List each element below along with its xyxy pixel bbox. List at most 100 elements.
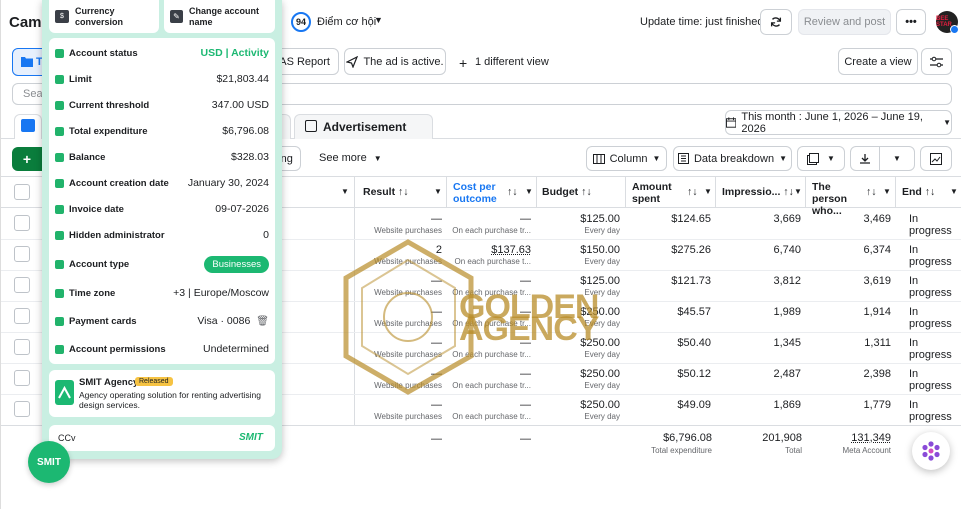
watermark-line2: AGENCY: [459, 310, 599, 348]
chevron-down-icon: ▼: [893, 154, 901, 163]
chart-button[interactable]: [920, 146, 952, 171]
export-button[interactable]: [850, 146, 880, 171]
row-amount-spent: $124.65: [671, 213, 711, 225]
row-budget: $150.00: [580, 244, 620, 256]
row-cost-label: On each purchase tr...: [452, 412, 531, 421]
sort-icon[interactable]: ↑↓: [507, 186, 518, 198]
currency-conversion-label: Currency conversion: [75, 5, 124, 27]
row-end-status: In progress: [909, 213, 952, 237]
data-breakdown-dropdown[interactable]: Data breakdown ▼: [673, 146, 792, 171]
view-settings-button[interactable]: [921, 48, 952, 75]
opportunity-score-badge[interactable]: 94: [291, 12, 311, 32]
panel-row-value: $328.03: [231, 151, 269, 163]
smit-wordmark: SMIT: [239, 432, 263, 443]
export-options-button[interactable]: ▼: [879, 146, 915, 171]
header-amount-spent[interactable]: Amount spent: [632, 181, 677, 205]
sliders-icon: [930, 56, 943, 67]
row-end-status: In progress: [909, 368, 952, 392]
permissions-icon: [55, 344, 64, 354]
row-end-status: In progress: [909, 306, 952, 330]
header-cost-per-outcome[interactable]: Cost per outcome: [453, 181, 503, 205]
plus-icon[interactable]: +: [459, 55, 467, 71]
admin-icon: [55, 230, 64, 240]
create-button[interactable]: +: [12, 147, 42, 171]
row-checkbox[interactable]: [14, 246, 30, 262]
different-view-link[interactable]: 1 different view: [475, 56, 549, 68]
calendar-icon: [55, 178, 64, 188]
header-budget[interactable]: Budget ↑↓: [542, 186, 592, 198]
header-end[interactable]: End ↑↓: [902, 186, 935, 198]
ad-active-filter-button[interactable]: The ad is active.: [344, 48, 446, 75]
smit-fab-button[interactable]: SMIT: [28, 441, 70, 483]
row-impressions: 1,345: [773, 337, 801, 349]
golden-agency-logo: [343, 239, 474, 395]
smit-logo-icon: [55, 380, 74, 405]
flower-icon: [922, 441, 940, 461]
panel-row-value: January 30, 2024: [187, 177, 269, 189]
panel-row-label: Current threshold: [69, 99, 150, 111]
row-checkbox[interactable]: [14, 308, 30, 324]
more-options-button[interactable]: •••: [896, 9, 926, 35]
report-dropdown[interactable]: ▼: [797, 146, 845, 171]
row-budget-label: Every day: [584, 257, 620, 266]
row-reach: 1,779: [863, 399, 891, 411]
chevron-down-icon[interactable]: ▼: [704, 187, 712, 196]
row-checkbox[interactable]: [14, 370, 30, 386]
trash-icon[interactable]: 🗑: [256, 316, 269, 327]
chevron-down-icon[interactable]: ▼: [341, 187, 349, 196]
send-icon: [346, 55, 359, 68]
panel-row: Total expenditure $6,796.08: [55, 121, 269, 141]
panel-row: Payment cards Visa · 0086 🗑: [55, 311, 269, 331]
date-range-picker[interactable]: This month : June 1, 2026 – June 19, 202…: [725, 110, 952, 135]
row-result-label: Website purchases: [374, 226, 442, 235]
row-checkbox[interactable]: [14, 277, 30, 293]
row-budget-label: Every day: [584, 381, 620, 390]
invoice-icon: [55, 204, 64, 214]
update-time: Update time: just finished: [640, 16, 764, 28]
chevron-down-icon[interactable]: ▼: [525, 187, 533, 196]
row-cost: —: [520, 368, 531, 380]
status-icon: [55, 48, 64, 58]
chevron-down-icon[interactable]: ▼: [434, 187, 442, 196]
sort-icon[interactable]: ↑↓: [866, 186, 877, 198]
row-impressions: 1,869: [773, 399, 801, 411]
panel-row: Time zone +3 | Europe/Moscow: [55, 283, 269, 303]
row-budget: $125.00: [580, 275, 620, 287]
row-checkbox[interactable]: [14, 401, 30, 417]
row-budget: $250.00: [580, 399, 620, 411]
row-cost: —: [520, 275, 531, 287]
review-and-post-button[interactable]: Review and post: [798, 9, 891, 35]
row-checkbox[interactable]: [14, 339, 30, 355]
currency-conversion-button[interactable]: $ Currency conversion: [49, 0, 159, 33]
see-more-button[interactable]: See more ▼: [319, 152, 382, 164]
panel-row-label: Time zone: [69, 287, 116, 299]
select-all-checkbox[interactable]: [14, 184, 30, 200]
column-label: Column: [609, 152, 648, 165]
create-view-button[interactable]: Create a view: [838, 48, 918, 75]
refresh-button[interactable]: [760, 9, 792, 35]
chevron-down-icon[interactable]: ▼: [374, 15, 383, 25]
see-more-label: See more: [319, 152, 367, 164]
header-impressions[interactable]: Impressio... ↑↓: [722, 186, 794, 198]
header-person-who[interactable]: The person who...: [812, 181, 864, 217]
chevron-down-icon[interactable]: ▼: [883, 187, 891, 196]
column-dropdown[interactable]: Column ▼: [586, 146, 667, 171]
chevron-down-icon[interactable]: ▼: [794, 187, 802, 196]
account-type-icon: [55, 259, 64, 269]
row-impressions: 6,740: [773, 244, 801, 256]
chevron-down-icon[interactable]: ▼: [950, 187, 958, 196]
panel-row-label: Account type: [69, 258, 130, 270]
row-impressions: 2,487: [773, 368, 801, 380]
threshold-icon: [55, 100, 64, 110]
smit-agency-title: SMIT Agency: [79, 377, 139, 388]
data-breakdown-label: Data breakdown: [693, 152, 775, 165]
change-account-name-button[interactable]: ✎ Change account name: [164, 0, 275, 33]
released-badge: Released: [135, 377, 173, 386]
assistant-fab-button[interactable]: [912, 432, 950, 470]
opportunity-score-label[interactable]: Điểm cơ hội: [317, 16, 376, 28]
row-checkbox[interactable]: [14, 215, 30, 231]
sort-icon[interactable]: ↑↓: [687, 186, 698, 198]
panel-row-label: Limit: [69, 73, 92, 85]
header-result[interactable]: Result ↑↓: [363, 186, 409, 198]
refresh-icon: [770, 17, 782, 27]
